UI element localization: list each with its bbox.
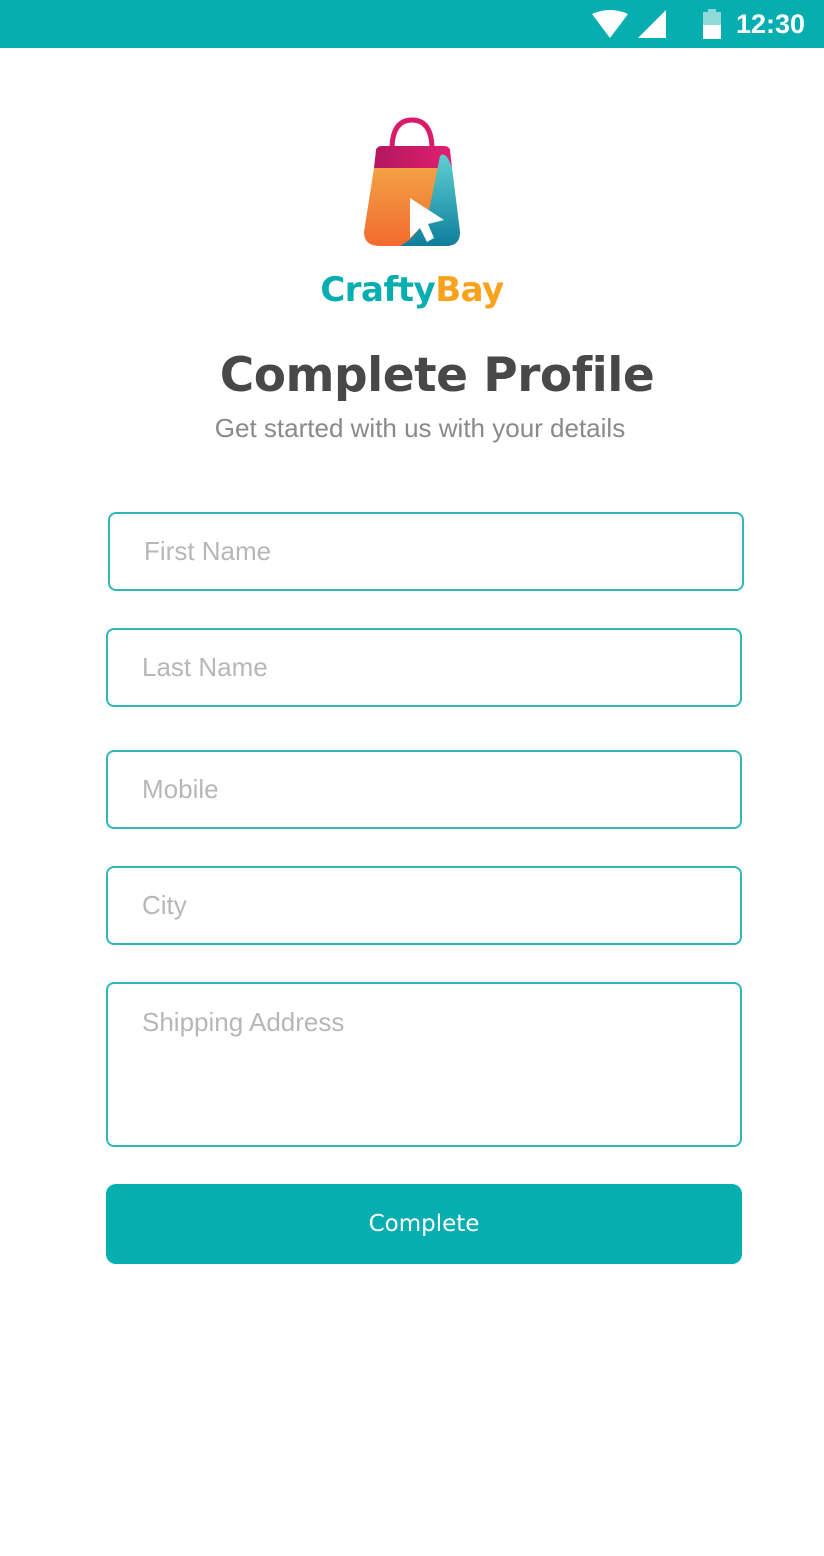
page-subtitle: Get started with us with your details — [214, 413, 626, 443]
shipping-address-field[interactable] — [106, 982, 742, 1147]
city-field[interactable] — [106, 866, 742, 945]
brand-logo-text: CraftyBay — [0, 262, 824, 318]
brand-name-part1: Crafty — [320, 270, 436, 310]
complete-button[interactable]: Complete — [106, 1184, 742, 1264]
first-name-field[interactable] — [108, 512, 744, 591]
last-name-field[interactable] — [106, 628, 742, 707]
shopping-bag-cursor-icon — [364, 117, 460, 246]
brand-name-part2: Bay — [435, 270, 504, 310]
page-title: Complete Profile — [219, 348, 655, 403]
status-bar-time: 12:30 — [736, 9, 806, 39]
battery-icon — [703, 9, 721, 39]
wifi-icon — [592, 10, 628, 38]
status-bar: 12:30 — [0, 0, 824, 48]
mobile-field[interactable] — [106, 750, 742, 829]
cell-signal-icon — [638, 10, 666, 38]
